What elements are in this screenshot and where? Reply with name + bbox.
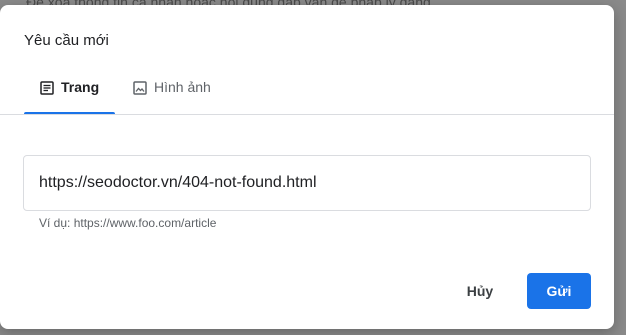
tab-image[interactable]: Hình ảnh [115, 77, 211, 115]
cancel-button[interactable]: Hủy [454, 273, 506, 309]
dialog-title: Yêu cầu mới [24, 32, 109, 49]
tab-page-label: Trang [61, 79, 100, 95]
image-icon [133, 81, 147, 95]
tabs-divider [0, 114, 614, 115]
tab-image-label: Hình ảnh [154, 79, 211, 95]
article-icon [40, 81, 54, 95]
new-request-dialog: Yêu cầu mới Trang Hình ảnh Ví dụ: https:… [0, 5, 614, 329]
tab-page[interactable]: Trang [24, 77, 115, 115]
send-button[interactable]: Gửi [527, 273, 591, 309]
url-helper-text: Ví dụ: https://www.foo.com/article [39, 216, 217, 230]
request-type-tabs: Trang Hình ảnh [24, 77, 211, 115]
url-input[interactable] [23, 155, 591, 211]
